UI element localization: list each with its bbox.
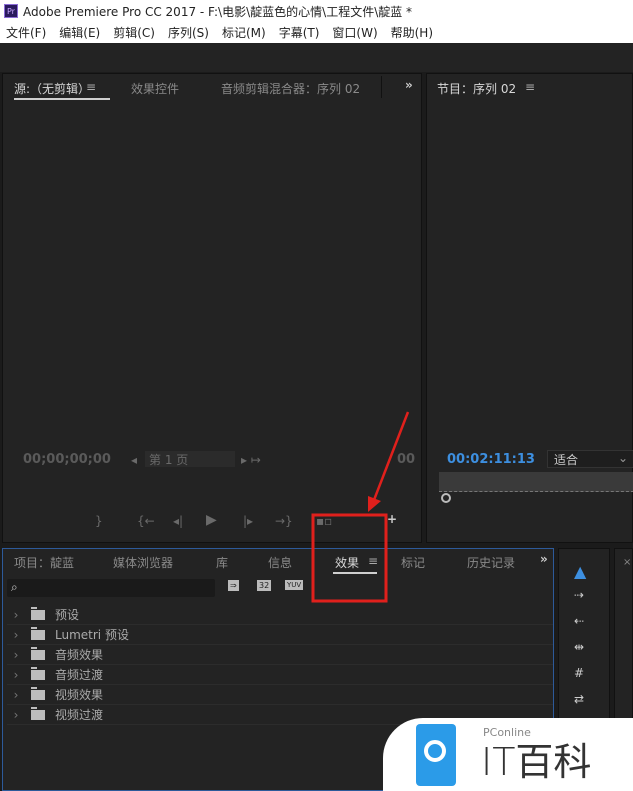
annotation-arrow xyxy=(372,411,410,501)
watermark-brand: PConline xyxy=(483,726,531,739)
watermark-name: IT百科 xyxy=(481,740,592,784)
annotation-overlay xyxy=(311,411,410,603)
annotation-highlight-box xyxy=(311,513,388,603)
watermark: PConline IT百科 xyxy=(383,718,633,791)
pconline-logo-icon xyxy=(416,724,456,786)
